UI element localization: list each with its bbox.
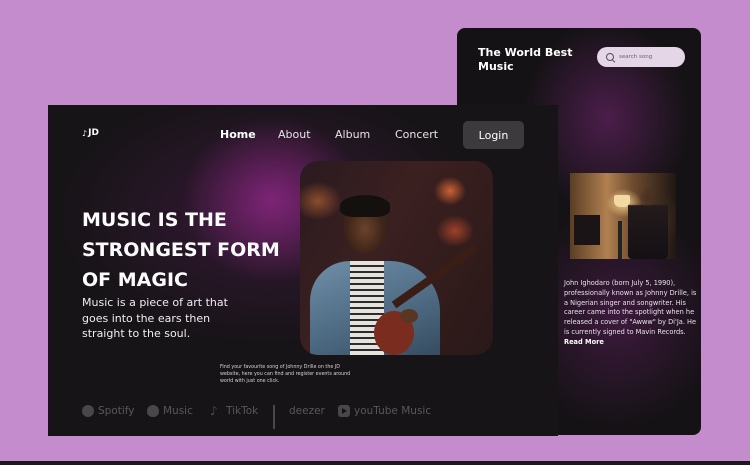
brand-apple-music[interactable]: Music: [147, 405, 210, 417]
apple-icon: [147, 405, 159, 417]
search-icon: [606, 52, 615, 62]
search-input[interactable]: search song: [597, 47, 685, 67]
deezer-icon: [273, 405, 285, 429]
youtube-music-icon: [338, 405, 350, 417]
hand-shape: [400, 309, 418, 323]
login-button[interactable]: Login: [463, 121, 524, 149]
brand-tiktok[interactable]: ♪ TikTok: [210, 405, 273, 417]
panel-title: The World Best Music: [478, 46, 573, 73]
artist-figure: [628, 183, 668, 259]
brand-spotify[interactable]: Spotify: [82, 405, 147, 417]
brand-deezer[interactable]: deezer: [273, 405, 338, 429]
read-more-link[interactable]: Read More: [564, 338, 604, 346]
nav-about[interactable]: About: [278, 128, 335, 141]
logo[interactable]: ♪ JD: [82, 128, 99, 138]
hero-image: [300, 161, 493, 355]
hero-headline: MUSIC IS THE STRONGEST FORM OF MAGIC: [82, 209, 280, 291]
nav-home[interactable]: Home: [220, 128, 278, 141]
bio-text: John Ighodaro (born July 5, 1990), profe…: [564, 279, 697, 336]
hero-subhead: Music is a piece of art that goes into t…: [82, 296, 228, 340]
artist-bio: John Ighodaro (born July 5, 1990), profe…: [564, 279, 697, 348]
tiktok-icon: ♪: [210, 404, 218, 418]
window-bottom-edge: [0, 461, 750, 465]
monitor-shape: [574, 215, 600, 245]
nav-album[interactable]: Album: [335, 128, 395, 141]
brand-youtube-music[interactable]: youTube Music: [338, 405, 431, 417]
hair-shape: [340, 195, 390, 217]
nav-concert[interactable]: Concert: [395, 128, 455, 141]
brand-label: Spotify: [98, 405, 135, 417]
search-placeholder: search song: [619, 54, 653, 60]
microphone-stand: [618, 221, 622, 259]
brand-label: youTube Music: [354, 405, 432, 417]
logo-text: JD: [88, 128, 99, 138]
spotify-icon: [82, 405, 94, 417]
landing-page: ♪ JD Home About Album Concert Login MUSI…: [48, 105, 558, 436]
streaming-brands: Spotify Music ♪ TikTok deezer youTube Mu…: [82, 405, 431, 429]
main-nav: Home About Album Concert: [220, 128, 455, 141]
music-note-icon: ♪: [82, 128, 88, 138]
brand-label: TikTok: [226, 405, 259, 417]
artist-photo: [570, 173, 676, 259]
hero-caption: Find your favourite song of Johnny Drill…: [220, 365, 351, 384]
brand-label: Music: [163, 405, 193, 417]
brand-label: deezer: [289, 405, 325, 417]
